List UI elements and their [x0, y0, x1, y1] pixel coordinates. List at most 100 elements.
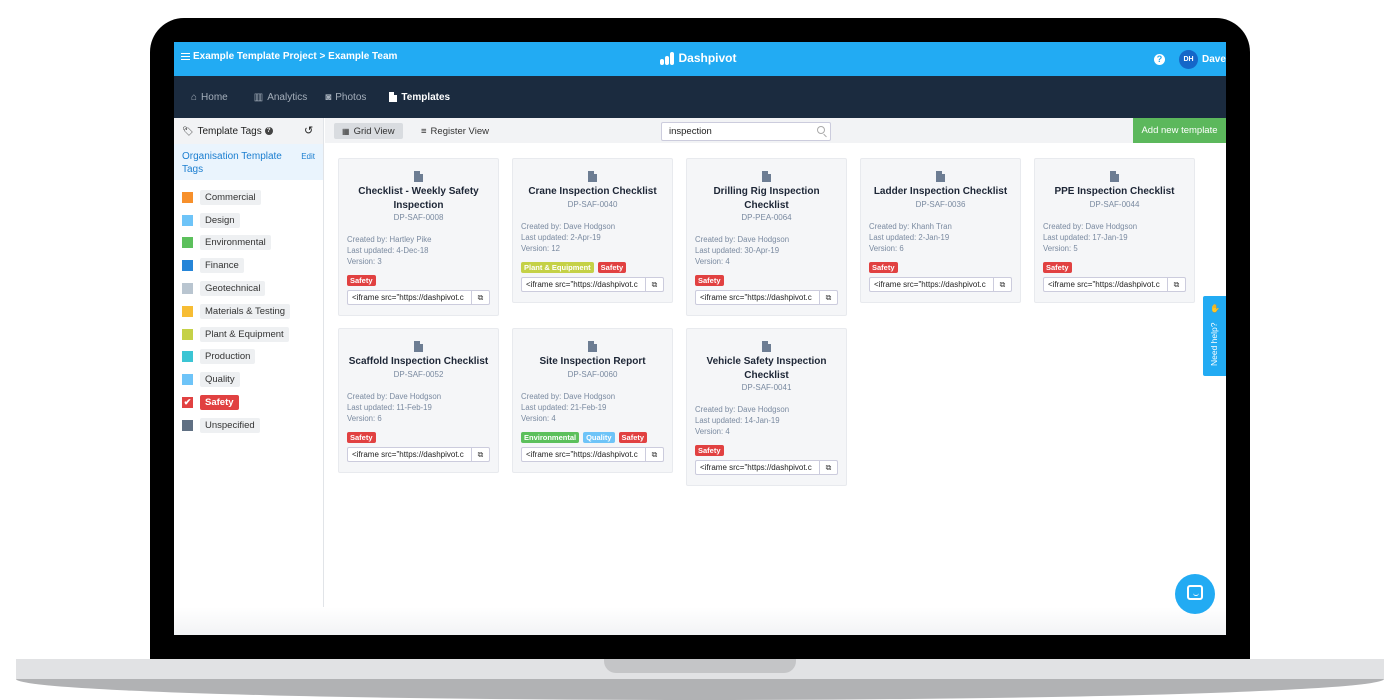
card-title[interactable]: Scaffold Inspection Checklist: [347, 355, 490, 369]
tag-badge: Environmental: [521, 431, 580, 443]
template-card[interactable]: Scaffold Inspection Checklist DP-SAF-005…: [338, 328, 499, 473]
need-help-tab[interactable]: ✋ Need help?: [1203, 296, 1226, 376]
embed-code-field[interactable]: <iframe src="https://dashpivot.c ⧉: [521, 276, 664, 292]
copy-icon[interactable]: ⧉: [819, 291, 837, 304]
tag-filter-item[interactable]: Finance: [174, 254, 323, 277]
search-value[interactable]: inspection: [669, 126, 712, 137]
tag-filter-item[interactable]: Commercial: [174, 186, 323, 209]
grid-view-button[interactable]: ▦ Grid View: [334, 123, 403, 139]
embed-code-field[interactable]: <iframe src="https://dashpivot.c ⧉: [347, 446, 490, 462]
user-name[interactable]: Dave: [1202, 54, 1226, 65]
card-title[interactable]: Crane Inspection Checklist: [521, 185, 664, 199]
breadcrumb[interactable]: Example Template Project > Example Team: [181, 51, 397, 62]
tag-label[interactable]: Materials & Testing: [200, 303, 291, 319]
template-card[interactable]: Site Inspection Report DP-SAF-0060 Creat…: [512, 328, 673, 473]
embed-code-input[interactable]: <iframe src="https://dashpivot.c: [696, 461, 819, 474]
tag-label[interactable]: Unspecified: [200, 417, 260, 433]
chat-button[interactable]: [1175, 574, 1215, 614]
tag-color-swatch[interactable]: [182, 419, 193, 431]
embed-code-field[interactable]: <iframe src="https://dashpivot.c ⧉: [695, 290, 838, 305]
tag-color-swatch[interactable]: [182, 214, 193, 226]
search-input[interactable]: inspection: [661, 122, 831, 141]
tag-label[interactable]: Geotechnical: [200, 281, 266, 297]
tag-badge: Safety: [869, 261, 898, 273]
avatar[interactable]: DH: [1179, 50, 1198, 69]
embed-code-input[interactable]: <iframe src="https://dashpivot.c: [870, 278, 993, 291]
tag-label[interactable]: Plant & Equipment: [200, 326, 289, 342]
template-card[interactable]: Ladder Inspection Checklist DP-SAF-0036 …: [860, 158, 1021, 303]
nav-photos[interactable]: ◙ Photos: [325, 92, 366, 103]
embed-code-field[interactable]: <iframe src="https://dashpivot.c ⧉: [695, 460, 838, 475]
copy-icon[interactable]: ⧉: [645, 447, 663, 461]
help-icon[interactable]: ?: [1154, 54, 1165, 65]
copy-icon[interactable]: ⧉: [471, 447, 489, 461]
template-card[interactable]: Crane Inspection Checklist DP-SAF-0040 C…: [512, 158, 673, 303]
embed-code-input[interactable]: <iframe src="https://dashpivot.c: [522, 448, 645, 461]
tag-filter-item[interactable]: Unspecified: [174, 414, 323, 437]
tag-color-swatch[interactable]: [182, 328, 193, 340]
tag-color-swatch[interactable]: [182, 305, 193, 317]
tag-color-swatch[interactable]: [182, 351, 193, 363]
menu-icon[interactable]: [181, 53, 190, 60]
tag-label[interactable]: Quality: [200, 372, 240, 388]
embed-code-input[interactable]: <iframe src="https://dashpivot.c: [696, 291, 819, 304]
embed-code-input[interactable]: <iframe src="https://dashpivot.c: [348, 448, 471, 461]
tag-color-swatch[interactable]: [182, 191, 193, 203]
copy-icon[interactable]: ⧉: [471, 291, 489, 304]
embed-code-input[interactable]: <iframe src="https://dashpivot.c: [1044, 278, 1167, 291]
tag-filter-item[interactable]: Production: [174, 346, 323, 369]
tag-label[interactable]: Environmental: [200, 235, 271, 251]
embed-code-field[interactable]: <iframe src="https://dashpivot.c ⧉: [869, 276, 1012, 292]
tag-color-swatch[interactable]: [182, 237, 193, 249]
tag-label[interactable]: Safety: [200, 395, 239, 411]
tag-color-swatch[interactable]: [182, 283, 193, 295]
embed-code-input[interactable]: <iframe src="https://dashpivot.c: [522, 278, 645, 291]
embed-code-field[interactable]: <iframe src="https://dashpivot.c ⧉: [1043, 276, 1186, 292]
nav-templates[interactable]: Templates: [389, 92, 450, 103]
tag-label[interactable]: Finance: [200, 258, 244, 274]
copy-icon[interactable]: ⧉: [645, 277, 663, 291]
checkbox-checked-icon[interactable]: ✔: [182, 397, 193, 409]
tag-filter-item[interactable]: Geotechnical: [174, 277, 323, 300]
tag-label[interactable]: Design: [200, 212, 240, 228]
tag-filter-item[interactable]: ✔ Safety: [174, 391, 323, 414]
tag-filter-item[interactable]: Materials & Testing: [174, 300, 323, 323]
tag-label[interactable]: Production: [200, 349, 256, 365]
tag-color-swatch[interactable]: [182, 260, 193, 272]
copy-icon[interactable]: ⧉: [1167, 277, 1185, 291]
tag-filter-item[interactable]: Environmental: [174, 232, 323, 255]
tag-color-swatch[interactable]: [182, 374, 193, 386]
edit-tags-link[interactable]: Edit: [301, 152, 315, 161]
tag-filter-item[interactable]: Quality: [174, 368, 323, 391]
nav-analytics[interactable]: ▥ Analytics: [254, 92, 307, 103]
card-title[interactable]: Vehicle Safety Inspection Checklist: [695, 355, 838, 382]
register-view-button[interactable]: ≡ Register View: [413, 123, 497, 139]
info-icon[interactable]: ?: [264, 127, 273, 135]
reset-icon[interactable]: ↺: [304, 124, 313, 137]
embed-code-field[interactable]: <iframe src="https://dashpivot.c ⧉: [521, 446, 664, 462]
tag-filter-item[interactable]: Design: [174, 209, 323, 232]
template-card[interactable]: Checklist - Weekly Safety Inspection DP-…: [338, 158, 499, 316]
nav-home[interactable]: ⌂ Home: [191, 92, 228, 103]
card-code: DP-SAF-0040: [567, 199, 618, 209]
card-title[interactable]: Site Inspection Report: [521, 355, 664, 369]
card-title[interactable]: Drilling Rig Inspection Checklist: [695, 185, 838, 212]
copy-icon[interactable]: ⧉: [819, 461, 837, 474]
embed-code-field[interactable]: <iframe src="https://dashpivot.c ⧉: [347, 290, 490, 305]
card-tags: Safety: [695, 445, 838, 456]
breadcrumb-text[interactable]: Example Template Project > Example Team: [193, 51, 397, 62]
template-card[interactable]: PPE Inspection Checklist DP-SAF-0044 Cre…: [1034, 158, 1195, 303]
search-icon[interactable]: [817, 126, 825, 134]
card-title[interactable]: PPE Inspection Checklist: [1043, 185, 1186, 199]
tag-label[interactable]: Commercial: [200, 189, 261, 205]
brand-logo[interactable]: Dashpivot: [660, 51, 737, 65]
card-title[interactable]: Checklist - Weekly Safety Inspection: [347, 185, 490, 212]
template-card[interactable]: Vehicle Safety Inspection Checklist DP-S…: [686, 328, 847, 486]
add-template-button[interactable]: Add new template: [1133, 118, 1226, 143]
dashpivot-logo-icon: [660, 51, 674, 65]
tag-filter-item[interactable]: Plant & Equipment: [174, 323, 323, 346]
card-title[interactable]: Ladder Inspection Checklist: [869, 185, 1012, 199]
copy-icon[interactable]: ⧉: [993, 277, 1011, 291]
embed-code-input[interactable]: <iframe src="https://dashpivot.c: [348, 291, 471, 304]
template-card[interactable]: Drilling Rig Inspection Checklist DP-PEA…: [686, 158, 847, 316]
